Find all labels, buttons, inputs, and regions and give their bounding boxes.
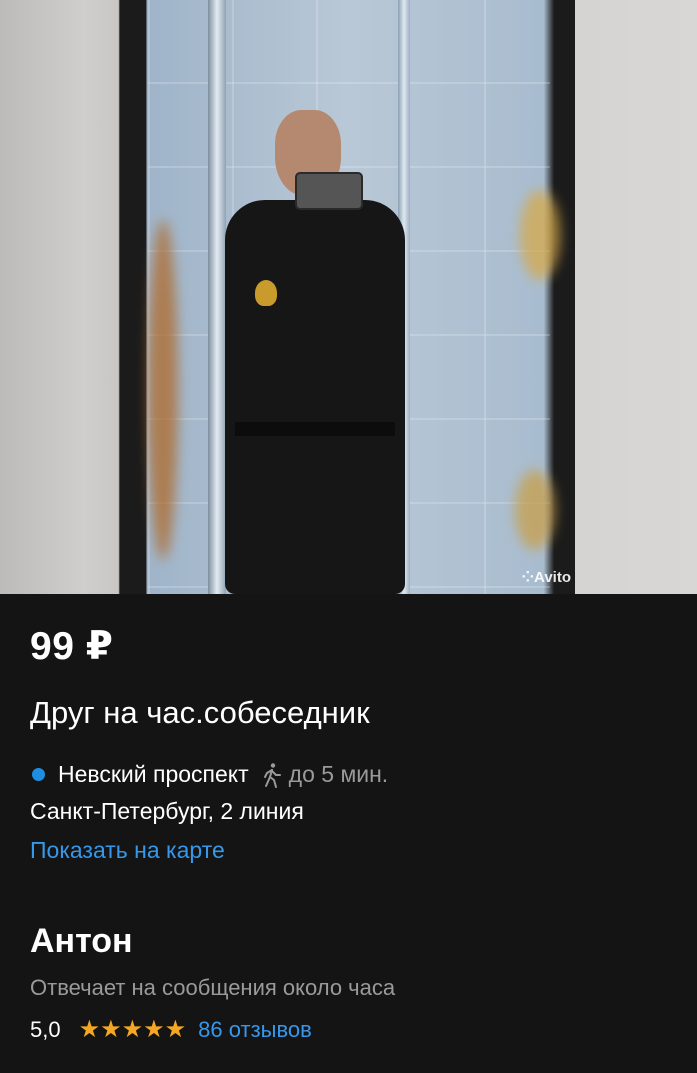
- avito-watermark: ⁘Avito: [521, 569, 571, 586]
- metro-station: Невский проспект: [58, 761, 249, 787]
- seller-reply-time: Отвечает на сообщения около часа: [30, 975, 396, 1000]
- photo-mirror-edge: [208, 0, 226, 594]
- photo-phone: [295, 172, 363, 210]
- seller-rating-row: 5,0 ★★★★★ 86 отзывов: [30, 1015, 667, 1044]
- seller-name[interactable]: Антон: [30, 922, 667, 961]
- walk-time: до 5 мин.: [288, 761, 389, 787]
- listing-photo[interactable]: ⁘Avito: [0, 0, 697, 594]
- star-icon: ★★★★★: [78, 1016, 187, 1043]
- show-on-map-link[interactable]: Показать на карте: [30, 837, 225, 864]
- seller-rating-value: 5,0: [30, 1016, 61, 1042]
- listing-price: 99 ₽: [30, 625, 114, 668]
- photo-stain: [515, 470, 555, 550]
- metro-dot-icon: [32, 768, 45, 781]
- avito-logo-icon: ⁘: [521, 569, 535, 586]
- photo-stain: [148, 220, 178, 560]
- photo-person: [225, 100, 405, 594]
- walking-person-icon: [261, 762, 283, 788]
- reviews-link[interactable]: 86 отзывов: [198, 1017, 312, 1043]
- photo-stain: [520, 190, 560, 280]
- address: Санкт-Петербург, 2 линия: [30, 798, 304, 824]
- listing-details: 99 ₽ Друг на час.собеседник Невский прос…: [0, 594, 697, 1044]
- listing-title: Друг на час.собеседник: [30, 695, 370, 730]
- metro-row: Невский проспект до 5 мин.: [30, 761, 667, 788]
